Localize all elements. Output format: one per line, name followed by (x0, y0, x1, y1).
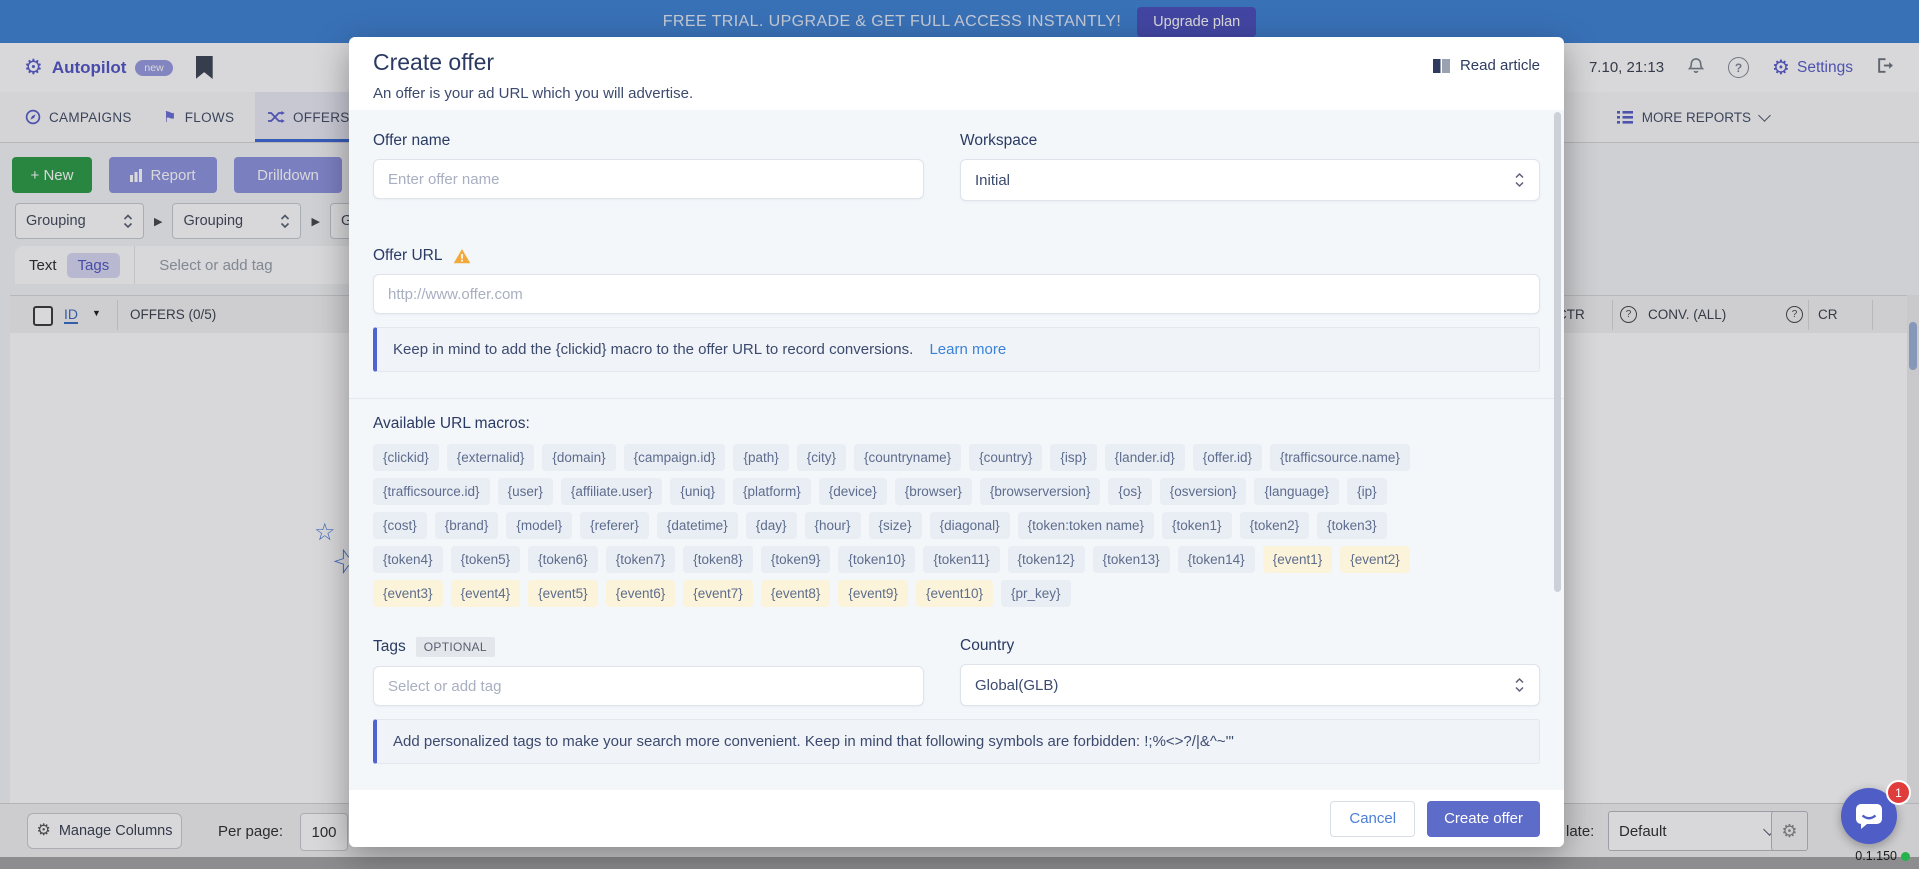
macro-chip[interactable]: {day} (746, 512, 797, 539)
macros-title: Available URL macros: (373, 415, 1540, 433)
macro-chip[interactable]: {event6} (606, 580, 676, 607)
macro-chip[interactable]: {clickid} (373, 444, 439, 471)
optional-badge: OPTIONAL (416, 637, 495, 657)
macro-chip[interactable]: {token11} (923, 546, 999, 573)
macro-chip[interactable]: {language} (1254, 478, 1339, 505)
macro-chip[interactable]: {event7} (683, 580, 753, 607)
macro-chip[interactable]: {trafficsource.name} (1270, 444, 1410, 471)
macro-chip[interactable]: {token6} (528, 546, 598, 573)
macro-chip[interactable]: {ip} (1347, 478, 1387, 505)
macro-chip[interactable]: {city} (797, 444, 846, 471)
macro-chip[interactable]: {brand} (435, 512, 499, 539)
create-offer-button[interactable]: Create offer (1427, 801, 1540, 837)
macro-chip[interactable]: {countryname} (854, 444, 961, 471)
macro-chip[interactable]: {diagonal} (930, 512, 1010, 539)
modal-title: Create offer (373, 49, 494, 76)
country-label: Country (960, 637, 1540, 655)
macro-chip[interactable]: {event9} (838, 580, 908, 607)
warning-icon (453, 248, 471, 264)
modal-body: Offer name Workspace Initial Offer URL K… (349, 110, 1564, 790)
macro-chip[interactable]: {osversion} (1160, 478, 1247, 505)
offer-name-input[interactable] (373, 159, 924, 199)
macro-chip[interactable]: {event8} (761, 580, 831, 607)
macro-chip[interactable]: {path} (733, 444, 788, 471)
macro-chip[interactable]: {token10} (838, 546, 915, 573)
macro-chip[interactable]: {lander.id} (1105, 444, 1185, 471)
macro-chip[interactable]: {token1} (1162, 512, 1232, 539)
macro-chip[interactable]: {affiliate.user} (561, 478, 663, 505)
chat-unread-badge: 1 (1886, 780, 1911, 805)
read-article-link[interactable]: Read article (1432, 57, 1540, 74)
macro-chip[interactable]: {token2} (1240, 512, 1310, 539)
macro-chip[interactable]: {token9} (761, 546, 831, 573)
macro-chip[interactable]: {event10} (916, 580, 993, 607)
macro-rows: {clickid} {externalid} {domain} {campaign.i… (373, 444, 1540, 607)
macro-chip[interactable]: {offer.id} (1193, 444, 1262, 471)
macro-chip[interactable]: {trafficsource.id} (373, 478, 490, 505)
macro-chip[interactable]: {event2} (1340, 546, 1410, 573)
macro-chip[interactable]: {event3} (373, 580, 443, 607)
macro-chip[interactable]: {externalid} (447, 444, 535, 471)
offer-url-input[interactable] (373, 274, 1540, 314)
macro-chip[interactable]: {event4} (451, 580, 521, 607)
modal-subtitle: An offer is your ad URL which you will a… (373, 85, 693, 102)
macro-chip[interactable]: {country} (969, 444, 1042, 471)
macro-chip[interactable]: {token3} (1317, 512, 1387, 539)
macro-chip[interactable]: {token13} (1093, 546, 1170, 573)
macro-chip[interactable]: {campaign.id} (624, 444, 726, 471)
macro-chip[interactable]: {domain} (542, 444, 615, 471)
clickid-note: Keep in mind to add the {clickid} macro … (373, 327, 1540, 372)
macro-chip[interactable]: {token7} (606, 546, 676, 573)
macro-chip[interactable]: {token5} (451, 546, 521, 573)
updown-icon (1514, 171, 1525, 189)
version-label: 0.1.150 (1770, 849, 1910, 863)
tags-input[interactable] (373, 666, 924, 706)
status-dot (1901, 852, 1910, 861)
macro-chip[interactable]: {datetime} (657, 512, 738, 539)
workspace-select[interactable]: Initial (960, 159, 1540, 201)
macro-chip[interactable]: {browserversion} (980, 478, 1101, 505)
modal-scrollbar-thumb[interactable] (1554, 112, 1561, 592)
workspace-label: Workspace (960, 132, 1540, 150)
macro-chip[interactable]: {referer} (580, 512, 649, 539)
updown-icon (1514, 676, 1525, 694)
macro-chip[interactable]: {token4} (373, 546, 443, 573)
macro-chip[interactable]: {platform} (733, 478, 811, 505)
macro-chip[interactable]: {token12} (1008, 546, 1085, 573)
tags-label: Tags (373, 638, 406, 656)
offer-url-label: Offer URL (373, 247, 443, 265)
macro-chip[interactable]: {event1} (1263, 546, 1333, 573)
macro-chip[interactable]: {model} (506, 512, 572, 539)
macro-chip[interactable]: {token8} (683, 546, 753, 573)
create-offer-modal: Create offer An offer is your ad URL whi… (349, 37, 1564, 847)
macro-chip[interactable]: {cost} (373, 512, 427, 539)
macro-chip[interactable]: {hour} (805, 512, 861, 539)
macro-chip[interactable]: {token14} (1178, 546, 1255, 573)
macro-chip[interactable]: {event5} (528, 580, 598, 607)
macro-chip[interactable]: {os} (1108, 478, 1151, 505)
book-icon (1432, 58, 1451, 74)
tags-note: Add personalized tags to make your searc… (373, 719, 1540, 764)
macro-chip[interactable]: {uniq} (670, 478, 725, 505)
chat-icon (1855, 803, 1883, 830)
macro-chip[interactable]: {user} (498, 478, 553, 505)
modal-header: Create offer An offer is your ad URL whi… (349, 37, 1564, 110)
macro-chip[interactable]: {size} (869, 512, 922, 539)
divider (349, 398, 1564, 399)
offer-name-label: Offer name (373, 132, 924, 150)
macro-chip[interactable]: {browser} (895, 478, 972, 505)
cancel-button[interactable]: Cancel (1330, 801, 1415, 837)
macro-chip[interactable]: {isp} (1050, 444, 1096, 471)
macro-chip[interactable]: {pr_key} (1001, 580, 1071, 607)
macro-chip[interactable]: {token:token name} (1018, 512, 1154, 539)
learn-more-link[interactable]: Learn more (929, 341, 1006, 358)
country-select[interactable]: Global(GLB) (960, 664, 1540, 706)
macro-chip[interactable]: {device} (819, 478, 887, 505)
modal-footer: Cancel Create offer (349, 790, 1564, 847)
